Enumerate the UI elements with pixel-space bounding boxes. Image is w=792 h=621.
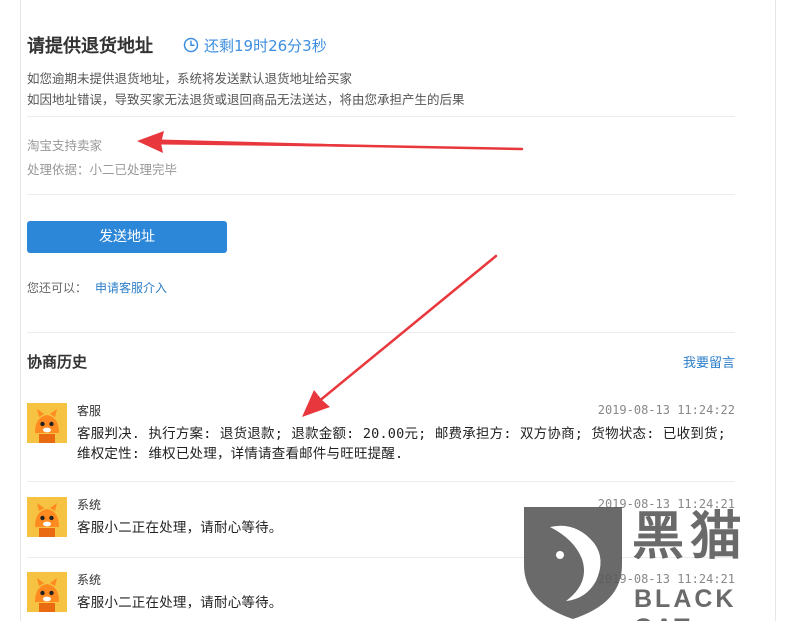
blackcat-watermark: 黑猫 BLACK CAT xyxy=(520,503,790,621)
mascot-avatar-icon xyxy=(27,403,67,443)
decision-basis: 处理依据：小二已处理完毕 xyxy=(27,162,178,177)
record-text: 客服判决. 执行方案: 退货退款; 退款金额: 20.00元; 邮费承担方: 双… xyxy=(77,426,727,462)
history-record: 客服 2019-08-13 11:24:22 客服判决. 执行方案: 退货退款;… xyxy=(27,403,735,465)
title-row: 请提供退货地址 还剩19时26分3秒 xyxy=(27,32,735,58)
page-title: 请提供退货地址 xyxy=(27,36,153,57)
blackcat-logo-icon xyxy=(524,507,622,619)
countdown-timer: 还剩19时26分3秒 xyxy=(183,35,327,56)
watermark-cn-text: 黑猫 xyxy=(632,507,749,567)
divider xyxy=(27,332,735,333)
clock-icon xyxy=(183,37,199,53)
leave-message-link[interactable]: 我要留言 xyxy=(683,352,735,371)
record-time: 2019-08-13 11:24:22 xyxy=(597,403,735,417)
divider xyxy=(27,116,735,117)
history-header: 协商历史 我要留言 xyxy=(27,350,735,372)
mascot-avatar-icon xyxy=(27,497,67,537)
divider xyxy=(27,194,735,195)
mascot-avatar-icon xyxy=(27,572,67,612)
watermark-en-text: BLACK CAT xyxy=(634,585,737,621)
alt-prefix: 您还可以： xyxy=(27,281,88,295)
send-address-button[interactable]: 发送地址 xyxy=(27,221,227,253)
alternative-actions: 您还可以： 申请客服介入 xyxy=(27,279,735,296)
divider xyxy=(27,481,735,482)
return-address-page: 请提供退货地址 还剩19时26分3秒 如您逾期未提供退货地址，系统将发送默认退货… xyxy=(0,0,792,621)
deadline-notice: 如您逾期未提供退货地址，系统将发送默认退货地址给买家 如因地址错误，导致买家无法… xyxy=(27,68,735,110)
countdown-text: 还剩19时26分3秒 xyxy=(204,36,327,55)
apply-cs-link[interactable]: 申请客服介入 xyxy=(95,281,167,295)
notice-line-2: 如因地址错误，导致买家无法退货或退回商品无法送达，将由您承担产生的后果 xyxy=(27,92,465,107)
decision-block: 淘宝支持卖家 处理依据：小二已处理完毕 xyxy=(27,134,735,182)
history-title: 协商历史 xyxy=(27,352,88,371)
notice-line-1: 如您逾期未提供退货地址，系统将发送默认退货地址给买家 xyxy=(27,71,353,86)
record-body: 客服 2019-08-13 11:24:22 客服判决. 执行方案: 退货退款;… xyxy=(77,403,735,464)
decision-result: 淘宝支持卖家 xyxy=(27,138,103,153)
